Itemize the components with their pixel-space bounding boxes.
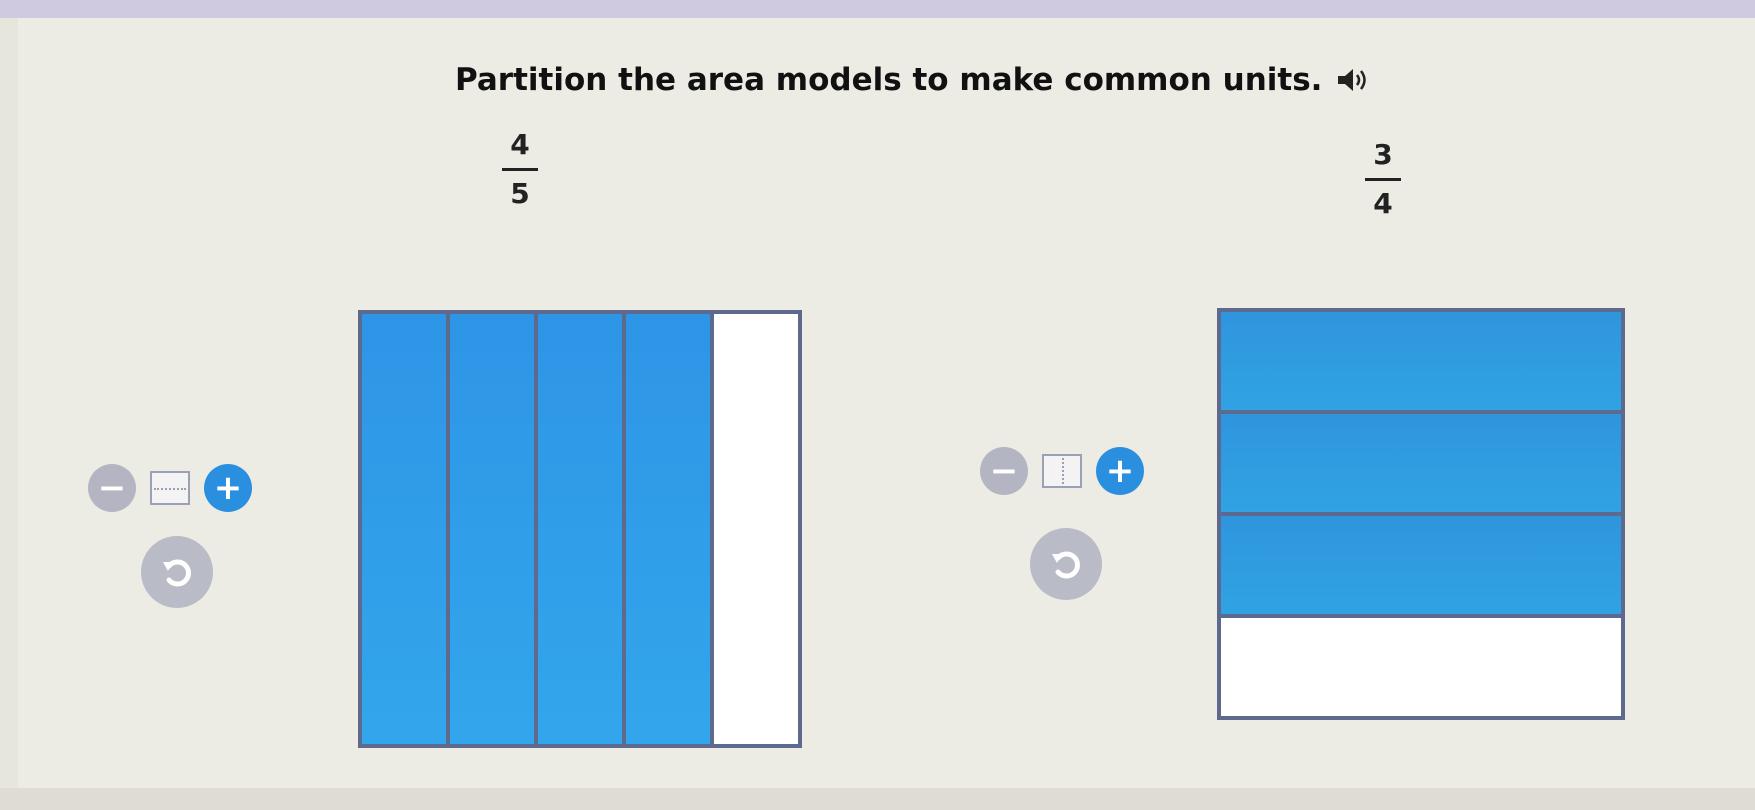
right-reset-button[interactable] — [1030, 528, 1102, 600]
shaded-part — [1221, 312, 1621, 410]
shaded-part — [622, 314, 710, 744]
left-area-model[interactable] — [358, 310, 802, 748]
shaded-part — [534, 314, 622, 744]
fraction-right: 3 4 — [1365, 138, 1401, 221]
horizontal-partition-icon — [150, 471, 190, 505]
reset-icon — [1052, 551, 1080, 579]
speaker-icon[interactable] — [1336, 65, 1372, 95]
instruction-row: Partition the area models to make common… — [455, 58, 1372, 102]
fraction-left-denominator: 5 — [510, 177, 530, 210]
left-minus-button[interactable]: − — [88, 464, 136, 512]
left-partition-controls: − + — [88, 464, 252, 512]
right-minus-button[interactable]: − — [980, 447, 1028, 495]
fraction-right-bar — [1365, 178, 1401, 181]
right-partition-controls: − + — [980, 447, 1144, 495]
right-area-model[interactable] — [1217, 308, 1625, 720]
unshaded-part — [1221, 614, 1621, 716]
vertical-partition-icon — [1042, 454, 1082, 488]
fraction-right-numerator: 3 — [1373, 138, 1393, 171]
fraction-left: 4 5 — [502, 128, 538, 211]
fraction-left-numerator: 4 — [510, 128, 530, 161]
instruction-text: Partition the area models to make common… — [455, 62, 1323, 98]
unshaded-part — [710, 314, 798, 744]
fraction-right-denominator: 4 — [1373, 187, 1393, 220]
reset-icon — [163, 559, 191, 587]
top-bar — [0, 0, 1755, 18]
left-plus-button[interactable]: + — [204, 464, 252, 512]
shaded-part — [1221, 512, 1621, 614]
shaded-part — [446, 314, 534, 744]
left-reset-button[interactable] — [141, 536, 213, 608]
shaded-part — [362, 314, 446, 744]
fraction-left-bar — [502, 168, 538, 171]
bottom-bar — [0, 788, 1755, 810]
shaded-part — [1221, 410, 1621, 512]
right-plus-button[interactable]: + — [1096, 447, 1144, 495]
